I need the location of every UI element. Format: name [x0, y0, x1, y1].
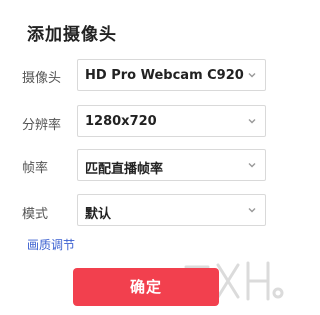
chevron-down-icon: [248, 73, 256, 78]
mode-label: 模式: [22, 207, 49, 222]
resolution-label: 分辨率: [22, 118, 62, 133]
dialog-title: 添加摄像头: [27, 25, 117, 45]
chevron-down-icon: [248, 163, 256, 168]
resolution-select[interactable]: 1280x720: [77, 105, 266, 137]
mode-select[interactable]: 默认: [77, 194, 266, 226]
image-adjust-link[interactable]: 画质调节: [27, 236, 75, 253]
camera-select[interactable]: HD Pro Webcam C920: [77, 59, 266, 91]
frame-rate-label: 帧率: [22, 161, 49, 176]
camera-label: 摄像头: [22, 71, 62, 86]
chevron-down-icon: [248, 119, 256, 124]
camera-value: HD Pro Webcam C920: [85, 68, 244, 83]
resolution-value: 1280x720: [85, 114, 157, 129]
frame-rate-value: 匹配直播帧率: [85, 162, 164, 177]
chevron-down-icon: [248, 208, 256, 213]
add-camera-dialog: 添加摄像头 摄像头 HD Pro Webcam C920 分辨率 1280x72…: [0, 0, 292, 315]
mode-value: 默认: [85, 207, 112, 222]
confirm-button[interactable]: 确定: [73, 268, 219, 306]
frame-rate-select[interactable]: 匹配直播帧率: [77, 149, 266, 181]
